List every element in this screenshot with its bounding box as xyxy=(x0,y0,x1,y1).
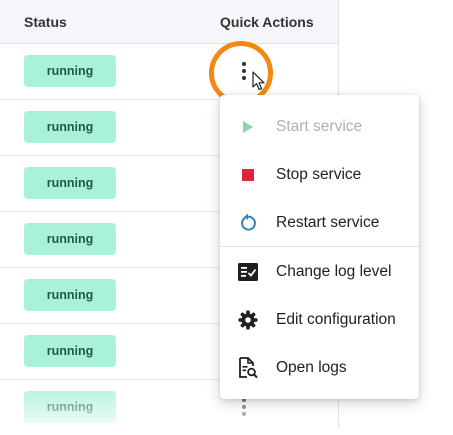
restart-icon xyxy=(236,211,260,235)
status-badge: running xyxy=(24,111,116,143)
menu-item-label: Stop service xyxy=(276,166,362,183)
status-badge: running xyxy=(24,335,116,367)
log-level-icon xyxy=(236,260,260,284)
mouse-cursor-icon xyxy=(252,71,265,91)
menu-item-label: Open logs xyxy=(276,359,347,376)
menu-item-restart-service[interactable]: Restart service xyxy=(220,199,419,247)
gear-icon xyxy=(236,308,260,332)
stop-icon xyxy=(236,163,260,187)
status-badge: running xyxy=(24,223,116,255)
play-icon xyxy=(236,115,260,139)
status-badge: running xyxy=(24,391,116,423)
menu-item-open-logs[interactable]: Open logs xyxy=(220,344,419,392)
menu-item-label: Change log level xyxy=(276,263,392,280)
menu-divider xyxy=(220,246,419,247)
quick-actions-menu: Start service Stop service Restart servi… xyxy=(220,95,419,399)
status-badge: running xyxy=(24,167,116,199)
menu-item-start-service[interactable]: Start service xyxy=(220,103,419,151)
menu-item-edit-configuration[interactable]: Edit configuration xyxy=(220,296,419,344)
open-logs-icon xyxy=(236,356,260,380)
table-header: Status Quick Actions xyxy=(0,0,338,44)
status-column-header[interactable]: Status xyxy=(24,14,67,30)
more-actions-icon[interactable] xyxy=(236,58,252,84)
menu-item-change-log-level[interactable]: Change log level xyxy=(220,248,419,296)
table-row: running xyxy=(0,43,338,100)
status-badge: running xyxy=(24,55,116,87)
menu-item-label: Restart service xyxy=(276,214,380,231)
quick-actions-column-header: Quick Actions xyxy=(220,14,314,30)
menu-item-label: Start service xyxy=(276,118,363,135)
status-badge: running xyxy=(24,279,116,311)
menu-item-stop-service[interactable]: Stop service xyxy=(220,151,419,199)
menu-item-label: Edit configuration xyxy=(276,311,396,328)
